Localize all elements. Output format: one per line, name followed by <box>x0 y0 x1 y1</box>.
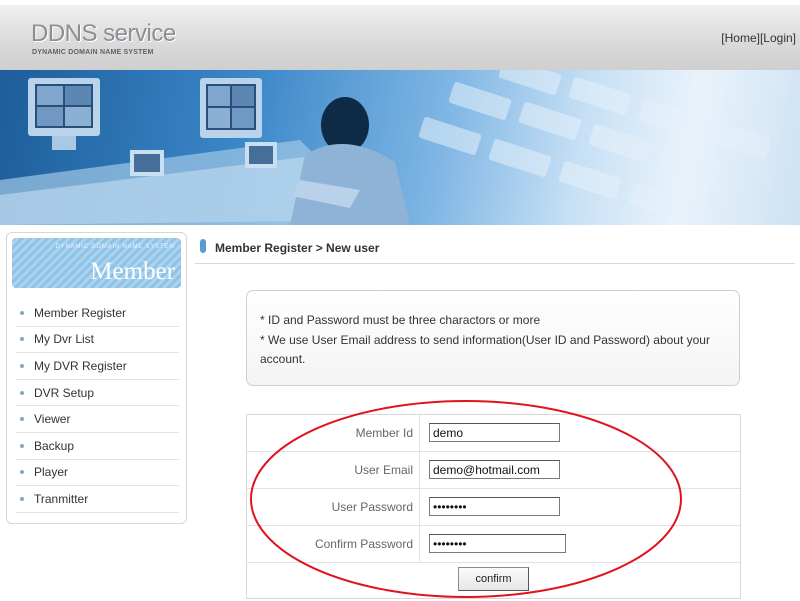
confirm-password-label: Confirm Password <box>247 526 420 562</box>
surveillance-operator-illustration <box>0 70 772 225</box>
sidebar-item-player[interactable]: Player <box>16 460 179 487</box>
home-link[interactable]: [Home] <box>721 31 760 45</box>
sidebar-menu: Member Register My Dvr List My DVR Regis… <box>16 300 179 513</box>
sidebar-item-dvr-setup[interactable]: DVR Setup <box>16 380 179 407</box>
form-row-member-id: Member Id <box>247 415 740 452</box>
hero-banner <box>0 70 800 225</box>
login-link[interactable]: [Login] <box>760 31 796 45</box>
sidebar-item-my-dvr-register[interactable]: My DVR Register <box>16 353 179 380</box>
sidebar-header: DYNAMIC DOMAIN NAME SYSTEM Member <box>12 238 181 288</box>
site-logo-subtitle: DYNAMIC DOMAIN NAME SYSTEM <box>32 49 154 56</box>
site-header: DDNS service DYNAMIC DOMAIN NAME SYSTEM … <box>0 0 800 70</box>
breadcrumb-marker-icon <box>200 239 206 253</box>
sidebar-item-label: DVR Setup <box>34 385 95 400</box>
bullet-icon <box>20 496 24 501</box>
bullet-icon <box>20 310 24 315</box>
sidebar-item-tranmitter[interactable]: Tranmitter <box>16 486 179 513</box>
site-logo[interactable]: DDNS service <box>31 20 176 48</box>
sidebar-item-backup[interactable]: Backup <box>16 433 179 460</box>
sidebar-item-label: Player <box>34 465 69 480</box>
bullet-icon <box>20 390 24 395</box>
notice-line: * We use User Email address to send info… <box>260 333 710 347</box>
sidebar-item-label: Backup <box>34 438 75 453</box>
bullet-icon <box>20 443 24 448</box>
confirm-password-input[interactable] <box>429 534 566 553</box>
sidebar-item-label: Tranmitter <box>34 491 89 506</box>
register-form: Member Id User Email User Password Confi… <box>246 414 741 599</box>
member-id-label: Member Id <box>247 415 420 451</box>
notice-line: account. <box>260 352 306 366</box>
sidebar: DYNAMIC DOMAIN NAME SYSTEM Member Member… <box>6 232 187 524</box>
notice-line: * ID and Password must be three characto… <box>260 313 541 327</box>
sidebar-item-label: My Dvr List <box>34 332 94 347</box>
form-row-confirm-password: Confirm Password <box>247 526 740 563</box>
sidebar-item-my-dvr-list[interactable]: My Dvr List <box>16 327 179 354</box>
sidebar-subtitle: DYNAMIC DOMAIN NAME SYSTEM <box>55 244 175 250</box>
user-email-label: User Email <box>247 452 420 488</box>
bullet-icon <box>20 363 24 368</box>
sidebar-item-member-register[interactable]: Member Register <box>16 300 179 327</box>
top-links: [Home][Login] <box>721 31 796 45</box>
bullet-icon <box>20 417 24 422</box>
user-password-label: User Password <box>247 489 420 525</box>
form-row-user-email: User Email <box>247 452 740 489</box>
sidebar-item-viewer[interactable]: Viewer <box>16 406 179 433</box>
bullet-icon <box>20 470 24 475</box>
bullet-icon <box>20 337 24 342</box>
sidebar-item-label: Viewer <box>34 412 71 427</box>
sidebar-title: Member <box>90 258 175 285</box>
user-password-input[interactable] <box>429 497 560 516</box>
breadcrumb: Member Register > New user <box>195 232 795 264</box>
notice-box: * ID and Password must be three characto… <box>246 290 740 386</box>
member-id-input[interactable] <box>429 423 560 442</box>
form-row-user-password: User Password <box>247 489 740 526</box>
user-email-input[interactable] <box>429 460 560 479</box>
confirm-button[interactable]: confirm <box>458 567 529 591</box>
sidebar-item-label: My DVR Register <box>34 358 127 373</box>
sidebar-item-label: Member Register <box>34 305 127 320</box>
header-top-line <box>0 0 800 5</box>
page-title: Member Register > New user <box>215 241 380 255</box>
